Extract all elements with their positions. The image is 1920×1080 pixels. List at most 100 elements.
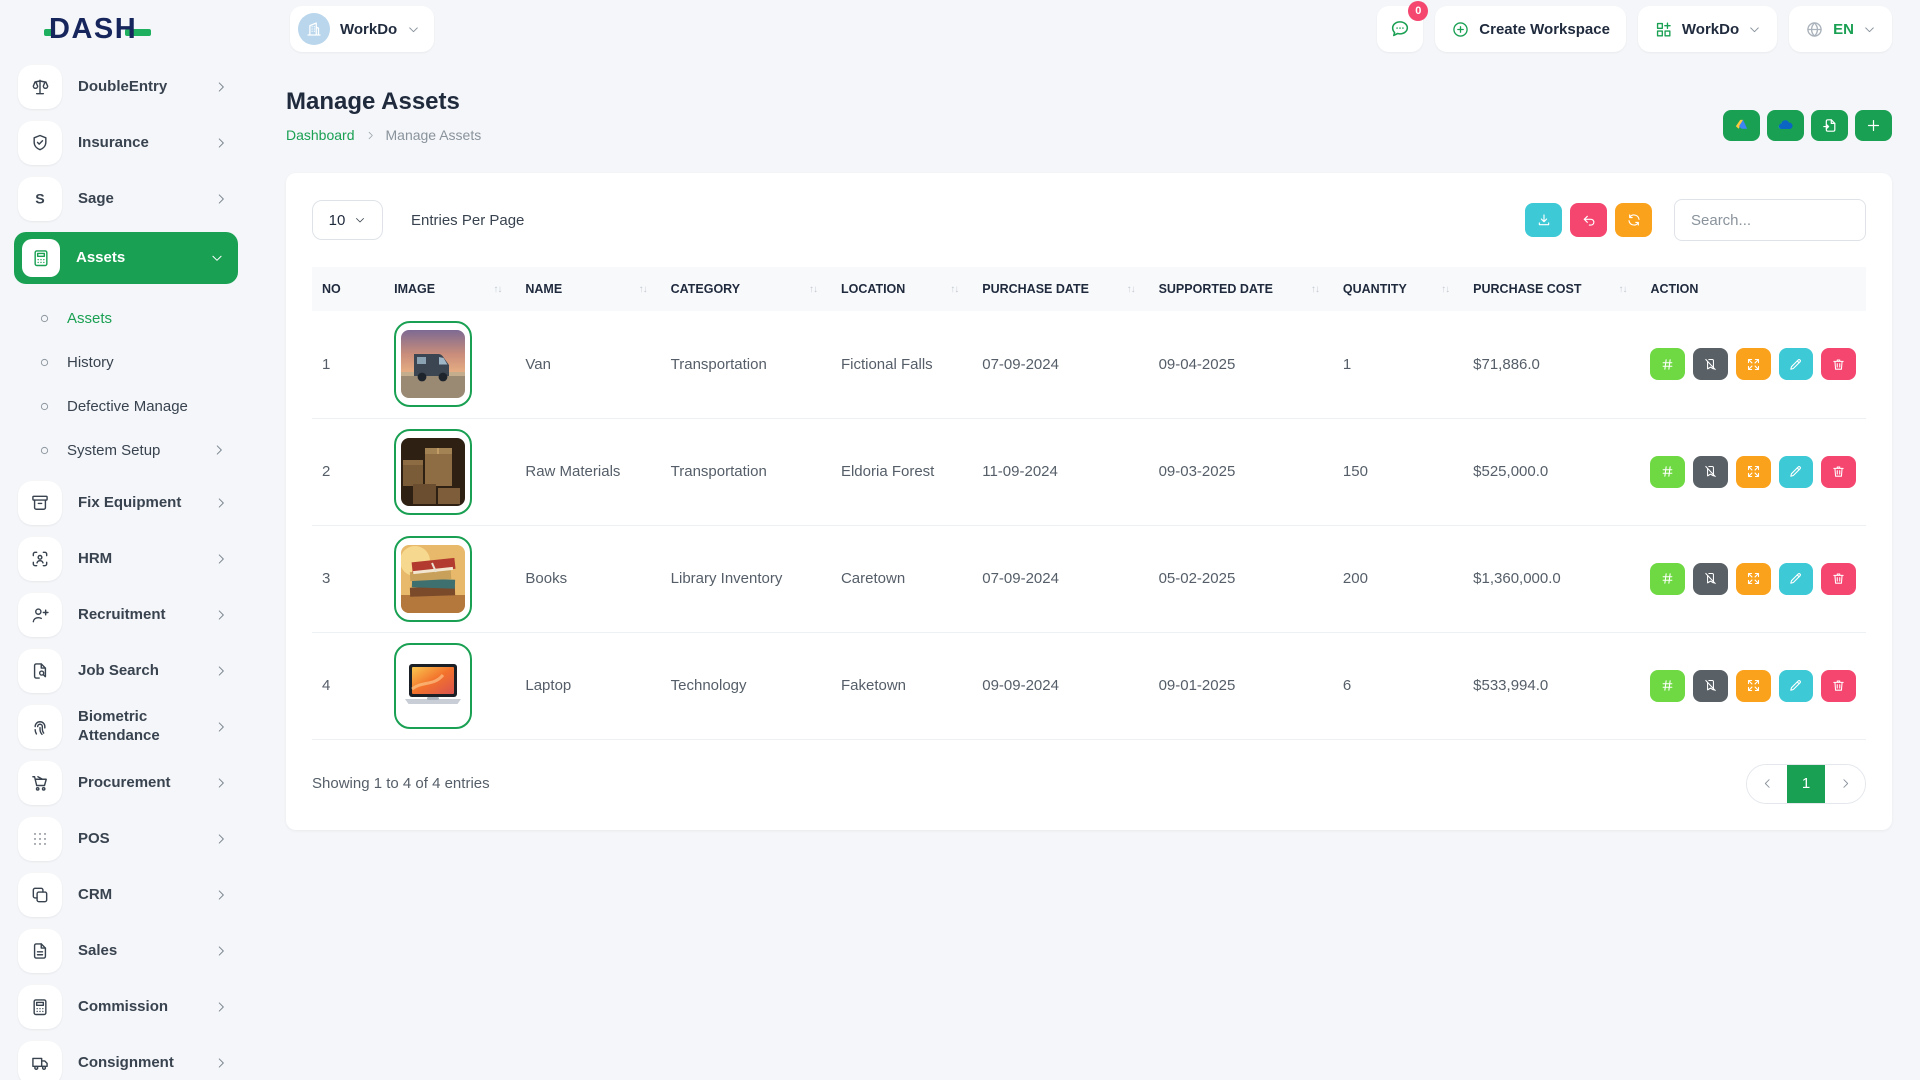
workspace-name: WorkDo (340, 21, 397, 38)
breadcrumb: Dashboard Manage Assets (286, 127, 481, 143)
chevron-right-icon (214, 192, 228, 206)
delete-button[interactable] (1821, 456, 1856, 488)
delete-button[interactable] (1821, 563, 1856, 595)
barcode-button[interactable] (1650, 563, 1685, 595)
expand-button[interactable] (1736, 563, 1771, 595)
sidebar-item-biometric-attendance[interactable]: Biometric Attendance (16, 704, 236, 750)
refresh-button[interactable] (1615, 203, 1652, 237)
column-purchase-cost: PURCHASE COST↑↓ (1463, 267, 1640, 311)
language-selector[interactable]: EN (1789, 6, 1892, 52)
trash-icon (1831, 571, 1846, 586)
google-drive-icon (1733, 117, 1750, 134)
hash-icon (1660, 464, 1675, 479)
sidebar-item-doubleentry[interactable]: DoubleEntry (16, 64, 236, 110)
sidebar-item-fix-equipment[interactable]: Fix Equipment (16, 480, 236, 526)
sidebar-item-commission[interactable]: Commission (16, 984, 236, 1030)
google-drive-button[interactable] (1723, 110, 1760, 141)
asset-image-books[interactable] (394, 536, 472, 622)
sidebar-item-assets[interactable]: Assets (14, 232, 238, 284)
sidebar-item-job-search[interactable]: Job Search (16, 648, 236, 694)
sidebar-item-hrm[interactable]: HRM (16, 536, 236, 582)
label-off-button[interactable] (1693, 670, 1728, 702)
create-workspace-button[interactable]: Create Workspace (1435, 6, 1626, 52)
assets-submenu: Assets History Defective Manage System S… (16, 292, 236, 480)
messages-button[interactable]: 0 (1377, 6, 1423, 52)
search-input[interactable] (1674, 199, 1866, 241)
copy-icon (18, 873, 62, 917)
sidebar-item-sales[interactable]: Sales (16, 928, 236, 974)
asset-image-raw-materials[interactable] (394, 429, 472, 515)
sort-icon[interactable]: ↑↓ (1311, 284, 1323, 295)
asset-image-van[interactable] (394, 321, 472, 407)
export-file-button[interactable] (1811, 110, 1848, 141)
sort-icon[interactable]: ↑↓ (493, 284, 505, 295)
download-button[interactable] (1525, 203, 1562, 237)
edit-button[interactable] (1779, 348, 1814, 380)
edit-button[interactable] (1779, 670, 1814, 702)
workdo-apps-menu[interactable]: WorkDo (1638, 6, 1777, 52)
sidebar-item-sage[interactable]: Sage (16, 176, 236, 222)
language-code: EN (1833, 21, 1854, 38)
label-off-button[interactable] (1693, 348, 1728, 380)
previous-page-button[interactable] (1747, 765, 1787, 803)
plus-circle-icon (1451, 20, 1470, 39)
app-logo[interactable]: DASH (0, 15, 250, 44)
sidebar-item-procurement[interactable]: Procurement (16, 760, 236, 806)
scan-person-icon (18, 537, 62, 581)
expand-button[interactable] (1736, 348, 1771, 380)
label-off-button[interactable] (1693, 563, 1728, 595)
sidebar-item-pos[interactable]: POS (16, 816, 236, 862)
circle-bullet-icon (38, 444, 51, 457)
bookmark-off-icon (1703, 357, 1718, 372)
bookmark-off-icon (1703, 464, 1718, 479)
delete-button[interactable] (1821, 348, 1856, 380)
workspace-selector[interactable]: WorkDo (290, 6, 434, 52)
fingerprint-icon (18, 705, 62, 749)
breadcrumb-current: Manage Assets (386, 127, 482, 143)
sort-icon[interactable]: ↑↓ (1618, 284, 1630, 295)
next-page-button[interactable] (1825, 765, 1865, 803)
workspace-avatar (298, 13, 330, 45)
sort-icon[interactable]: ↑↓ (1441, 284, 1453, 295)
sort-icon[interactable]: ↑↓ (950, 284, 962, 295)
undo-icon (1581, 212, 1597, 228)
expand-button[interactable] (1736, 456, 1771, 488)
onedrive-button[interactable] (1767, 110, 1804, 141)
reset-button[interactable] (1570, 203, 1607, 237)
delete-button[interactable] (1821, 670, 1856, 702)
barcode-button[interactable] (1650, 348, 1685, 380)
sidebar-subitem-system-setup[interactable]: System Setup (32, 428, 236, 472)
sidebar-item-insurance[interactable]: Insurance (16, 120, 236, 166)
sidebar-subitem-history[interactable]: History (32, 340, 236, 384)
trash-icon (1831, 357, 1846, 372)
sidebar-subitem-defective-manage[interactable]: Defective Manage (32, 384, 236, 428)
current-page: 1 (1787, 765, 1825, 803)
assets-table: NO IMAGE↑↓ NAME↑↓ CATEGORY↑↓ LOCATION↑↓ … (312, 267, 1866, 740)
edit-button[interactable] (1779, 456, 1814, 488)
sort-icon[interactable]: ↑↓ (809, 284, 821, 295)
page-title: Manage Assets (286, 88, 481, 116)
entries-per-page-select[interactable]: 10 (312, 200, 383, 240)
sort-icon[interactable]: ↑↓ (639, 284, 651, 295)
barcode-button[interactable] (1650, 456, 1685, 488)
assets-table-card: 10 Entries Per Page NO IMAGE↑↓ NAME↑↓ (286, 173, 1892, 830)
breadcrumb-dashboard-link[interactable]: Dashboard (286, 127, 355, 143)
chevron-right-icon (214, 888, 228, 902)
chevron-right-icon (214, 720, 228, 734)
edit-button[interactable] (1779, 563, 1814, 595)
expand-button[interactable] (1736, 670, 1771, 702)
arrows-maximize-icon (1746, 464, 1761, 479)
add-asset-button[interactable] (1855, 110, 1892, 141)
barcode-button[interactable] (1650, 670, 1685, 702)
chevron-down-icon (1748, 23, 1761, 36)
sidebar-item-recruitment[interactable]: Recruitment (16, 592, 236, 638)
sidebar-subitem-assets[interactable]: Assets (32, 296, 236, 340)
user-plus-icon (18, 593, 62, 637)
sidebar-item-crm[interactable]: CRM (16, 872, 236, 918)
chevron-right-icon (212, 443, 226, 457)
sort-icon[interactable]: ↑↓ (1127, 284, 1139, 295)
asset-image-laptop[interactable] (394, 643, 472, 729)
label-off-button[interactable] (1693, 456, 1728, 488)
bookmark-off-icon (1703, 571, 1718, 586)
sidebar-item-consignment[interactable]: Consignment (16, 1040, 236, 1080)
